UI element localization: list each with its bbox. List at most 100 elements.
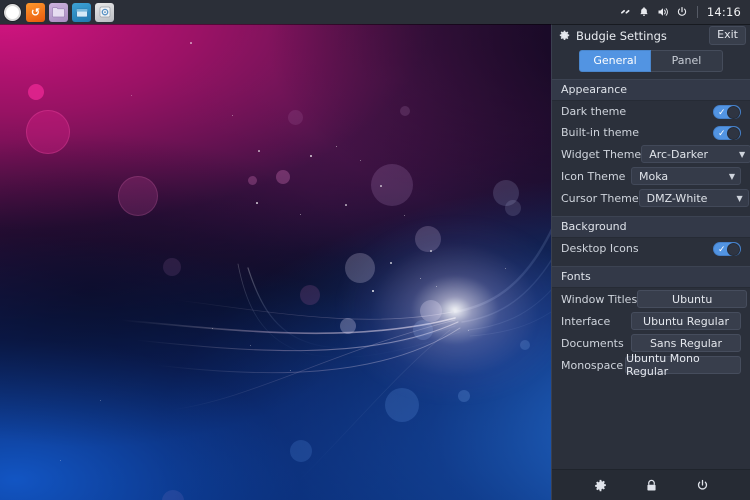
setting-row-documents-font[interactable]: Documents Sans Regular [552, 332, 750, 354]
setting-label: Cursor Theme [561, 191, 639, 205]
setting-row-builtin-theme[interactable]: Built-in theme ✓ [552, 122, 750, 143]
power-icon[interactable] [676, 6, 688, 18]
setting-row-interface-font[interactable]: Interface Ubuntu Regular [552, 310, 750, 332]
setting-label: Desktop Icons [561, 242, 639, 255]
setting-row-widget-theme[interactable]: Widget Theme Arc-Darker ▼ [552, 143, 750, 165]
setting-row-dark-theme[interactable]: Dark theme ✓ [552, 101, 750, 122]
setting-control: Arc-Darker ▼ [641, 145, 750, 163]
section-heading-background: Background [552, 216, 750, 238]
raven-header: Budgie Settings Exit [552, 24, 750, 47]
bokeh-circle [290, 440, 312, 462]
sparkle [190, 42, 192, 44]
top-panel-launchers: ↺ [0, 2, 114, 22]
sparkle [430, 250, 432, 252]
software-launcher[interactable] [95, 2, 114, 22]
monospace-font-button[interactable]: Ubuntu Mono Regular [625, 352, 741, 378]
setting-control: ✓ [713, 104, 741, 119]
setting-row-desktop-icons[interactable]: Desktop Icons ✓ [552, 238, 750, 259]
nautilus-launcher[interactable] [72, 2, 91, 22]
setting-label: Window Titles [561, 292, 638, 306]
bokeh-circle [520, 340, 530, 350]
check-icon: ✓ [718, 107, 726, 118]
bokeh-circle [28, 84, 44, 100]
setting-label: Built-in theme [561, 126, 639, 139]
section-heading-fonts: Fonts [552, 266, 750, 288]
setting-label: Widget Theme [561, 147, 642, 161]
setting-label: Dark theme [561, 105, 627, 118]
documents-font-button[interactable]: Sans Regular [631, 334, 741, 352]
raven-footer [552, 469, 750, 500]
bokeh-circle [420, 300, 442, 322]
chevron-down-icon: ▼ [739, 149, 746, 159]
interface-font-button[interactable]: Ubuntu Regular [631, 312, 741, 330]
sparkle [380, 185, 382, 187]
window-titles-font-button[interactable]: Ubuntu [637, 290, 748, 308]
sparkle [256, 202, 258, 204]
budgie-menu-button[interactable] [3, 3, 22, 22]
volume-icon[interactable] [657, 6, 669, 18]
bluetooth-icon[interactable] [619, 6, 631, 18]
desktop-icons-toggle[interactable]: ✓ [713, 241, 741, 256]
raven-tabs: General Panel [552, 47, 750, 79]
bokeh-circle [26, 110, 70, 154]
firefox-icon: ↺ [30, 5, 41, 19]
setting-row-icon-theme[interactable]: Icon Theme Moka ▼ [552, 165, 750, 187]
bokeh-circle [413, 320, 433, 340]
toggle-knob [727, 126, 740, 140]
setting-label: Monospace [561, 358, 624, 372]
setting-control: ✓ [713, 125, 741, 140]
gear-icon [559, 30, 570, 40]
raven-title: Budgie Settings [576, 28, 667, 43]
bokeh-circle [118, 176, 158, 216]
cursor-theme-select[interactable]: DMZ-White ▼ [638, 189, 749, 207]
builtin-theme-toggle[interactable]: ✓ [713, 125, 741, 140]
bokeh-circle [248, 176, 257, 185]
setting-row-window-titles-font[interactable]: Window Titles Ubuntu [552, 288, 750, 310]
power-off-icon[interactable] [696, 479, 709, 492]
setting-row-cursor-theme[interactable]: Cursor Theme DMZ-White ▼ [552, 187, 750, 209]
sparkle [258, 150, 260, 152]
cursor-theme-value: DMZ-White [646, 191, 708, 205]
bokeh-circle [415, 226, 441, 252]
bokeh-circle [458, 390, 470, 402]
budgie-raven-sidebar: Budgie Settings Exit General Panel Appea… [551, 24, 750, 500]
files-launcher[interactable] [49, 2, 68, 22]
software-center-icon [99, 6, 110, 18]
setting-control: DMZ-White ▼ [638, 189, 749, 207]
tab-panel[interactable]: Panel [651, 50, 723, 72]
bokeh-circle [163, 258, 181, 276]
chevron-down-icon: ▼ [728, 171, 735, 181]
tray-divider [696, 6, 698, 18]
settings-gear-icon[interactable] [594, 479, 607, 492]
wallpaper-glow [335, 215, 575, 405]
widget-theme-select[interactable]: Arc-Darker ▼ [641, 145, 750, 163]
bokeh-circle [340, 318, 356, 334]
lock-icon[interactable] [645, 479, 658, 492]
setting-row-monospace-font[interactable]: Monospace Ubuntu Mono Regular [552, 352, 750, 378]
bokeh-circle [300, 285, 320, 305]
tab-general[interactable]: General [579, 50, 651, 72]
setting-control: Ubuntu Regular [631, 312, 741, 330]
clock[interactable]: 14:16 [707, 5, 741, 19]
setting-control: Ubuntu [637, 290, 748, 308]
notifications-bell-icon[interactable] [638, 6, 650, 18]
firefox-launcher[interactable]: ↺ [26, 2, 45, 22]
icon-theme-select[interactable]: Moka ▼ [631, 167, 741, 185]
toggle-knob [727, 105, 740, 119]
check-icon: ✓ [718, 244, 726, 255]
exit-button[interactable]: Exit [709, 26, 746, 45]
sparkle [310, 155, 312, 157]
setting-label: Documents [561, 336, 624, 350]
toggle-knob [727, 242, 740, 256]
bokeh-circle [276, 170, 290, 184]
raven-settings-body: Appearance Dark theme ✓ Built-in theme ✓… [552, 79, 750, 469]
icon-theme-value: Moka [639, 169, 669, 183]
setting-label: Icon Theme [561, 169, 626, 183]
sparkle [345, 204, 347, 206]
sparkle [390, 262, 392, 264]
bokeh-circle [385, 388, 419, 422]
setting-label: Interface [561, 314, 611, 328]
dark-theme-toggle[interactable]: ✓ [713, 104, 741, 119]
bokeh-circle [345, 253, 375, 283]
top-panel: ↺ 14:16 [0, 0, 750, 24]
